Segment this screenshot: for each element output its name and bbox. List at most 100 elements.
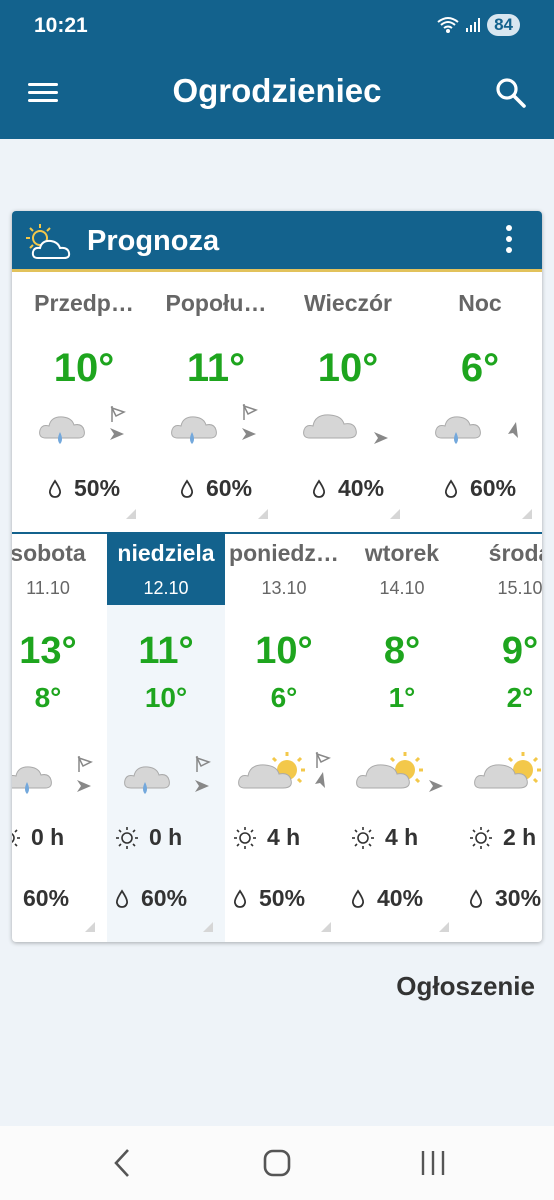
cloud-rain-icon [39,406,126,444]
precip-value: 60% [23,885,70,911]
day-max-temp: 9° [501,630,539,672]
day-name: wtorek [364,540,440,566]
day-max-temp: 8° [383,630,421,672]
day-max-temp: 10° [255,630,313,672]
day-part-evening[interactable]: Wieczór 10° 40% [282,272,414,529]
sun-icon [116,826,138,849]
day-min-temp: 2° [506,682,534,713]
raindrop-icon [233,888,247,908]
sunshine-value: 0 h [149,824,183,850]
day-max-temp: 11° [138,630,194,672]
app-bar: Ogrodzieniec [0,52,554,139]
day-part-precip: 40% [312,475,384,502]
sun-cloud-icon [356,752,443,792]
back-icon[interactable] [110,1146,134,1180]
raindrop-icon [351,888,365,908]
day-part-afternoon[interactable]: Popołu… 11° 60% [150,272,282,529]
day-name: sobota [12,540,86,566]
day-precip: 30% [469,885,541,912]
day-part-temp: 6° [460,346,500,390]
raindrop-icon [180,478,194,498]
expand-corner-icon [85,922,95,932]
raindrop-icon [48,478,62,498]
sun-icon [470,826,492,849]
system-nav-bar [0,1126,554,1200]
day-part-precip: 60% [180,475,252,502]
home-icon[interactable] [262,1146,292,1180]
sun-cloud-icon [474,752,541,789]
precip-value: 50% [74,475,121,501]
cloud-rain-icon [124,756,211,794]
signal-icon [466,18,481,32]
card-header: Prognoza [12,211,542,272]
day-date: 14.10 [379,578,425,598]
day-sunshine: 0 h [115,824,182,851]
page-title: Ogrodzieniec [172,72,382,109]
status-bar: 10:21 84 [0,0,554,52]
expand-corner-icon [203,922,213,932]
day-part-night[interactable]: Noc 6° 60% [414,272,542,529]
day-column[interactable]: sobota 11.10 13° 8° 0 h 60% [12,534,107,942]
sun-icon [352,826,374,849]
precip-value: 30% [495,885,542,911]
precip-value: 60% [206,475,253,501]
day-part-temp: 10° [53,346,115,390]
raindrop-icon [115,888,129,908]
day-min-temp: 10° [144,682,188,713]
search-icon[interactable] [494,76,528,110]
day-precip: 40% [351,885,423,912]
day-precip: 60% [115,885,187,912]
day-name: środa [488,540,542,566]
day-date: 15.10 [497,578,542,598]
day-header: środa 15.10 [461,534,542,605]
sun-cloud-icon [238,752,331,789]
day-column-selected[interactable]: niedziela 12.10 11° 10° 0 h 60% [107,534,225,942]
card-title: Prognoza [87,225,220,257]
day-column[interactable]: wtorek 14.10 8° 1° 4 h 40% [343,534,461,942]
expand-corner-icon [439,922,449,932]
precip-value: 60% [141,885,188,911]
day-sunshine: 4 h [351,824,418,851]
day-part-morning[interactable]: Przedp… 10° 50% [18,272,150,529]
precip-value: 40% [338,475,385,501]
day-parts-section: Przedp… 10° 50% Popołu… 11° 60% Wieczór … [12,272,542,529]
more-options-icon[interactable] [504,225,514,259]
raindrop-icon [312,478,326,498]
precip-value: 50% [259,885,306,911]
day-date: 13.10 [261,578,307,598]
day-min-temp: 8° [34,682,62,713]
precip-value: 40% [377,885,424,911]
day-sunshine: 2 h [469,824,536,851]
day-part-name: Popołu… [165,290,267,316]
day-part-precip: 50% [48,475,120,502]
day-date: 12.10 [143,578,189,598]
expand-corner-icon [321,922,331,932]
day-header: niedziela 12.10 [107,534,225,605]
precip-value: 60% [470,475,517,501]
status-time: 10:21 [34,14,88,37]
expand-corner-icon [522,509,532,519]
wifi-icon [437,17,459,33]
daily-forecast-strip[interactable]: sobota 11.10 13° 8° 0 h 60% niedziela 12… [12,532,542,942]
day-sunshine: 0 h [12,824,64,851]
expand-corner-icon [390,509,400,519]
day-header: sobota 11.10 [12,534,107,605]
cloud-rain-icon [12,756,93,794]
day-part-temp: 10° [317,346,379,390]
sunshine-value: 2 h [503,824,537,850]
sun-icon [234,826,256,849]
expand-corner-icon [258,509,268,519]
day-part-name: Wieczór [304,290,392,316]
recents-icon[interactable] [420,1146,446,1180]
raindrop-icon [444,478,458,498]
expand-corner-icon [126,509,136,519]
status-icons: 84 [437,14,520,36]
partly-cloudy-icon [26,224,71,259]
day-header: poniedz… 13.10 [225,534,343,605]
sunshine-value: 4 h [267,824,301,850]
day-column[interactable]: poniedz… 13.10 10° 6° 4 h 50% [225,534,343,942]
sunshine-value: 0 h [31,824,65,850]
raindrop-icon [469,888,483,908]
day-column[interactable]: środa 15.10 9° 2° 2 h 30% [461,534,542,942]
cloud-rain-icon [171,404,258,444]
